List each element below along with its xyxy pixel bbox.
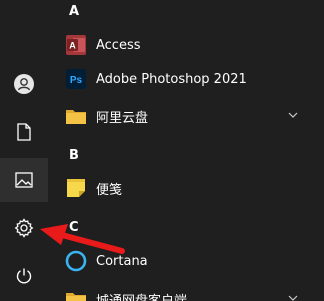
pictures-icon bbox=[15, 172, 33, 188]
group-header-a[interactable]: A bbox=[69, 4, 79, 19]
documents-button[interactable] bbox=[0, 110, 48, 154]
chevron-down-icon[interactable] bbox=[288, 294, 298, 301]
group-header-b[interactable]: B bbox=[69, 148, 79, 163]
document-icon bbox=[17, 123, 31, 141]
app-item-sticky-notes[interactable]: 便笺 bbox=[48, 171, 324, 205]
chevron-down-icon[interactable] bbox=[288, 111, 298, 119]
app-label: Access bbox=[96, 37, 141, 53]
svg-text:A: A bbox=[69, 41, 76, 51]
user-icon bbox=[14, 74, 34, 94]
app-label: 阿里云盘 bbox=[96, 110, 149, 126]
app-label: Adobe Photoshop 2021 bbox=[96, 71, 247, 87]
app-label: 城通网盘客户端 bbox=[96, 293, 188, 301]
account-button[interactable] bbox=[0, 62, 48, 106]
power-icon bbox=[16, 268, 32, 284]
pictures-button[interactable] bbox=[0, 158, 48, 202]
access-icon: A bbox=[64, 33, 88, 57]
folder-icon bbox=[64, 287, 88, 301]
app-item-access[interactable]: A Access bbox=[48, 28, 324, 62]
app-item-ctfile-folder[interactable]: 城通网盘客户端 bbox=[48, 282, 324, 301]
gear-icon bbox=[14, 218, 34, 238]
app-item-photoshop[interactable]: Ps Adobe Photoshop 2021 bbox=[48, 62, 324, 96]
power-button[interactable] bbox=[0, 254, 48, 298]
svg-text:Ps: Ps bbox=[70, 75, 83, 86]
app-item-aliyun-folder[interactable]: 阿里云盘 bbox=[48, 99, 324, 133]
photoshop-icon: Ps bbox=[64, 67, 88, 91]
folder-icon bbox=[64, 104, 88, 128]
sticky-notes-icon bbox=[64, 176, 88, 200]
app-label: 便笺 bbox=[96, 182, 123, 198]
annotation-arrow-icon bbox=[40, 224, 125, 254]
